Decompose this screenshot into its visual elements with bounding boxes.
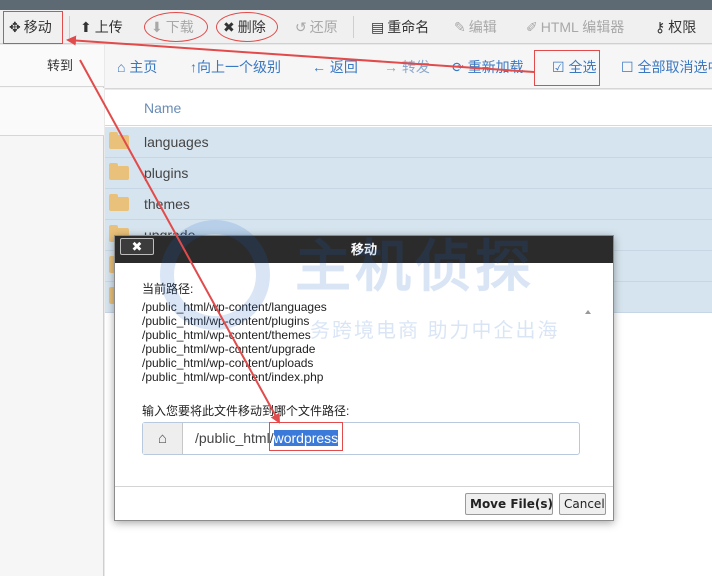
undo-icon: ↺ bbox=[295, 19, 307, 35]
dialog-footer: Move File(s) Cancel bbox=[115, 486, 613, 520]
window-top-strip bbox=[0, 0, 712, 10]
directory-tree[interactable] bbox=[0, 88, 104, 136]
move-dialog: 移动 ✖ 当前路径: /public_html/wp-content/langu… bbox=[114, 235, 614, 521]
table-row[interactable]: plugins bbox=[105, 158, 712, 189]
file-name: themes bbox=[144, 196, 190, 212]
edit-label: 编辑 bbox=[468, 19, 497, 35]
delete-x-icon: ✖ bbox=[223, 19, 235, 35]
folder-icon bbox=[109, 132, 129, 149]
edit-square-icon: ✐ bbox=[526, 19, 538, 35]
dialog-header: 移动 ✖ bbox=[115, 236, 613, 263]
destination-prompt-label: 输入您要将此文件移动到哪个文件路径: bbox=[142, 404, 350, 418]
arrow-right-icon: → bbox=[384, 59, 398, 75]
move-button[interactable]: ✥ 移动 bbox=[9, 10, 52, 44]
list-item: /public_html/wp-content/uploads bbox=[142, 356, 314, 370]
table-row[interactable]: languages bbox=[105, 127, 712, 158]
reload-label: 重新加载 bbox=[467, 59, 524, 75]
restore-label: 还原 bbox=[309, 19, 338, 35]
home-icon: ⌂ bbox=[143, 423, 183, 454]
path-prefix-text: /public_html/ bbox=[195, 430, 274, 446]
edit-button[interactable]: ✎ 编辑 bbox=[454, 10, 497, 44]
checkbox-checked-icon: ☑ bbox=[552, 59, 565, 75]
table-row[interactable]: themes bbox=[105, 189, 712, 220]
close-button[interactable]: ✖ bbox=[120, 238, 154, 255]
upload-button[interactable]: ⬆ 上传 bbox=[80, 10, 123, 44]
list-item: /public_html/wp-content/plugins bbox=[142, 314, 310, 328]
file-toolbar: ✥ 移动 ⬆ 上传 ⬇ 下载 ✖ 删除 ↺ 还原 ▤ 重命名 ✎ 编辑 ✐ HTML 编辑器 ⚷… bbox=[0, 10, 712, 44]
back-button[interactable]: ← 返回 bbox=[312, 45, 358, 89]
delete-label: 删除 bbox=[237, 19, 266, 35]
checkbox-empty-icon: ☐ bbox=[621, 59, 634, 75]
name-column-header[interactable]: Name bbox=[144, 90, 181, 126]
up-level-button[interactable]: ↑向上一个级别 bbox=[190, 45, 281, 89]
current-path-label: 当前路径: bbox=[142, 282, 194, 296]
scroll-up-arrow-icon[interactable] bbox=[585, 310, 591, 314]
move-arrows-icon: ✥ bbox=[9, 19, 21, 35]
arrow-left-icon: ← bbox=[312, 59, 326, 75]
restore-button[interactable]: ↺ 还原 bbox=[295, 10, 338, 44]
back-label: 返回 bbox=[329, 59, 358, 75]
left-panel: 转到 bbox=[0, 45, 104, 576]
file-icon: ▤ bbox=[371, 19, 385, 35]
home-label: 主页 bbox=[129, 59, 158, 75]
goto-button[interactable]: 转到 bbox=[38, 53, 82, 79]
forward-label: 转发 bbox=[401, 59, 430, 75]
rename-button[interactable]: ▤ 重命名 bbox=[371, 10, 429, 44]
forward-button[interactable]: → 转发 bbox=[384, 45, 430, 89]
navigation-bar: ⌂ 主页 ↑向上一个级别 ← 返回 → 转发 ⟳ 重新加载 ☑ 全选 ☐ 全部取… bbox=[105, 45, 712, 89]
home-button[interactable]: ⌂ 主页 bbox=[117, 45, 157, 89]
folder-icon bbox=[109, 194, 129, 211]
list-item: /public_html/wp-content/themes bbox=[142, 328, 311, 342]
deselect-all-label: 全部取消选中 bbox=[637, 59, 712, 75]
move-label: 移动 bbox=[23, 19, 52, 35]
list-item: /public_html/wp-content/index.php bbox=[142, 370, 324, 384]
list-item: /public_html/wp-content/upgrade bbox=[142, 342, 316, 356]
path-selected-text: wordpress bbox=[273, 430, 339, 446]
deselect-all-button[interactable]: ☐ 全部取消选中 bbox=[621, 45, 712, 89]
arrow-up-icon: ↑ bbox=[190, 59, 197, 75]
download-icon: ⬇ bbox=[151, 19, 163, 35]
select-all-button[interactable]: ☑ 全选 bbox=[552, 45, 596, 89]
dialog-scrollbar[interactable] bbox=[581, 308, 595, 486]
toolbar-divider bbox=[353, 16, 354, 38]
reload-button[interactable]: ⟳ 重新加载 bbox=[452, 45, 524, 89]
select-all-label: 全选 bbox=[568, 59, 597, 75]
toolbar-divider bbox=[69, 16, 70, 38]
pencil-icon: ✎ bbox=[454, 19, 466, 35]
move-files-button[interactable]: Move File(s) bbox=[465, 493, 553, 515]
dialog-body: 当前路径: /public_html/wp-content/languages … bbox=[115, 263, 613, 486]
upload-label: 上传 bbox=[94, 19, 123, 35]
delete-button[interactable]: ✖ 删除 bbox=[223, 10, 266, 44]
dialog-title: 移动 bbox=[350, 242, 377, 257]
cancel-button[interactable]: Cancel bbox=[559, 493, 606, 515]
destination-path-field[interactable]: ⌂ /public_html/wordpress bbox=[142, 422, 580, 455]
html-editor-button[interactable]: ✐ HTML 编辑器 bbox=[526, 10, 624, 44]
file-name: plugins bbox=[144, 165, 189, 181]
rename-label: 重命名 bbox=[387, 19, 430, 35]
html-editor-label: HTML 编辑器 bbox=[540, 19, 625, 35]
permissions-label: 权限 bbox=[668, 19, 697, 35]
file-name: languages bbox=[144, 134, 209, 150]
destination-path-input[interactable]: /public_html/wordpress bbox=[195, 423, 339, 454]
list-item: /public_html/wp-content/languages bbox=[142, 300, 327, 314]
table-header: Name bbox=[105, 90, 712, 126]
up-level-label: 向上一个级别 bbox=[197, 59, 281, 75]
download-label: 下载 bbox=[165, 19, 194, 35]
home-icon: ⌂ bbox=[117, 59, 126, 75]
folder-icon bbox=[109, 163, 129, 180]
download-button[interactable]: ⬇ 下载 bbox=[151, 10, 194, 44]
refresh-icon: ⟳ bbox=[452, 59, 464, 75]
goto-row: 转到 bbox=[0, 45, 104, 87]
selected-paths-list: /public_html/wp-content/languages /publi… bbox=[142, 300, 327, 384]
key-icon: ⚷ bbox=[655, 19, 666, 35]
permissions-button[interactable]: ⚷ 权限 bbox=[655, 10, 696, 44]
upload-icon: ⬆ bbox=[80, 19, 92, 35]
